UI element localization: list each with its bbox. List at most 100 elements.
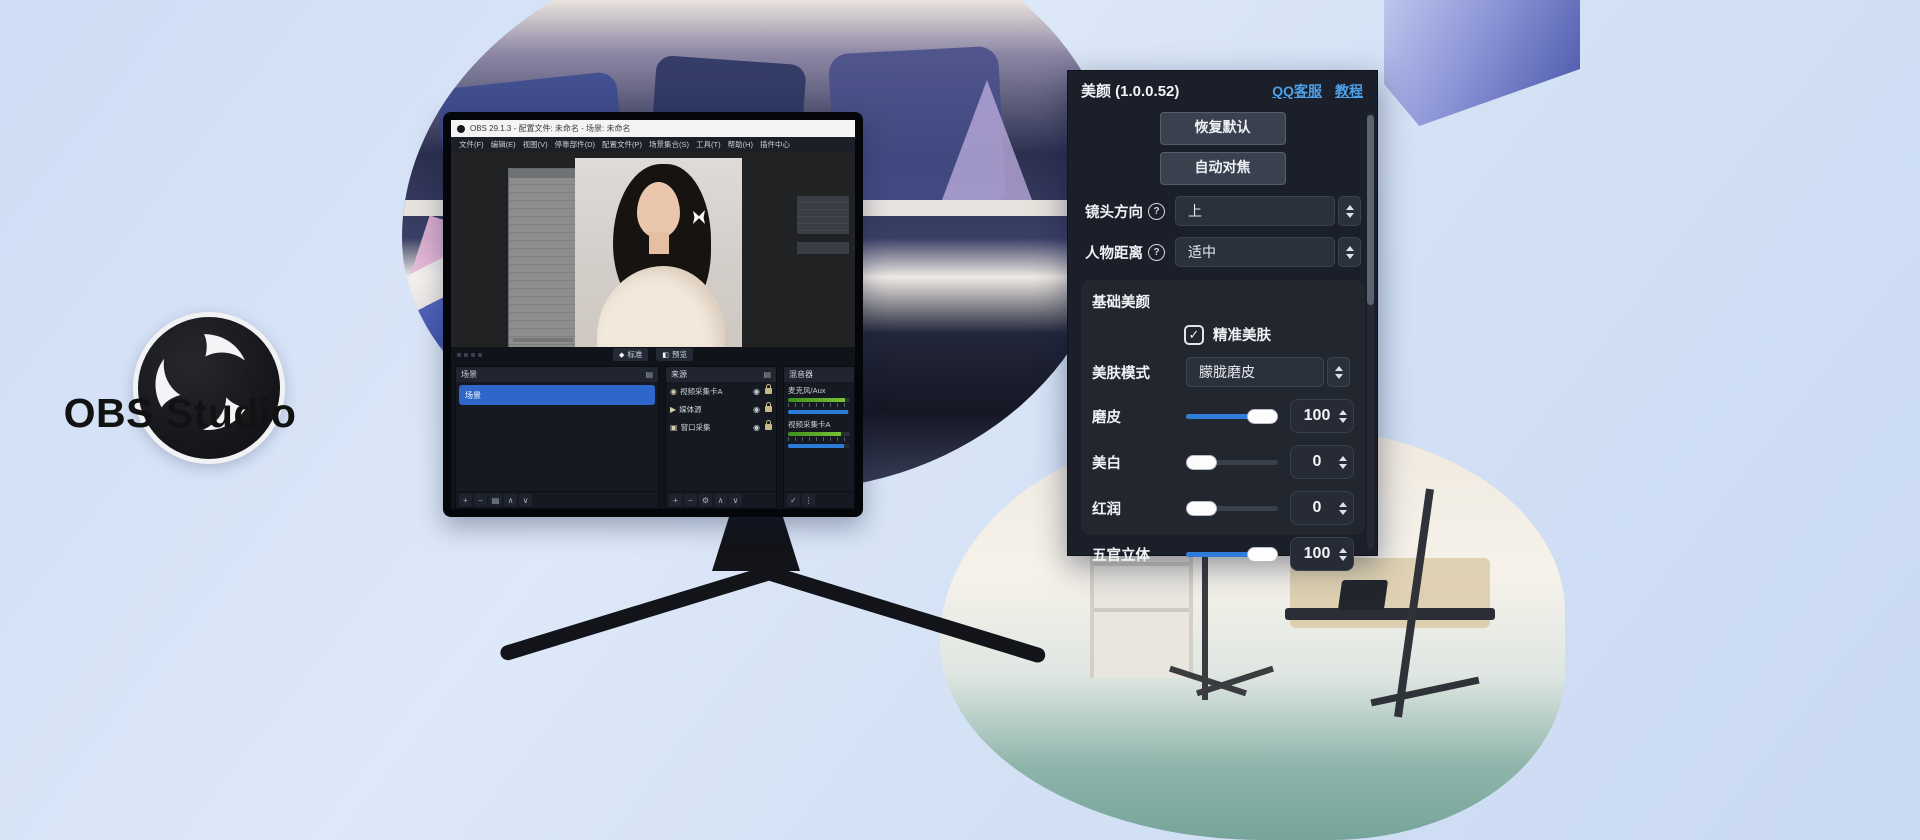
scenes-toolbar: + − ▤ ∧ ∨ bbox=[456, 491, 658, 508]
viewbar-dots bbox=[457, 353, 482, 357]
restore-defaults-button[interactable]: 恢复默认 bbox=[1160, 112, 1286, 145]
facial-definition-slider[interactable] bbox=[1186, 552, 1278, 557]
scrollbar-thumb[interactable] bbox=[1367, 115, 1374, 305]
mixer-more-button[interactable]: ⋮ bbox=[802, 494, 815, 506]
volume-meter bbox=[788, 432, 850, 436]
autofocus-button[interactable]: 自动对焦 bbox=[1160, 152, 1286, 185]
stepper-up-icon[interactable] bbox=[1339, 502, 1347, 507]
dock-sources: 来源 ▤ ◉ 视频采集卡A ◉ ▶ 媒体源 ◉ bbox=[665, 366, 777, 509]
skin-mode-spinner[interactable] bbox=[1327, 357, 1350, 387]
menu-item-tools[interactable]: 工具(T) bbox=[696, 139, 721, 150]
add-scene-button[interactable]: + bbox=[459, 494, 472, 506]
chevron-up-icon bbox=[1346, 205, 1354, 210]
distance-row: 人物距离 ? 适中 bbox=[1085, 237, 1361, 267]
stepper-up-icon[interactable] bbox=[1339, 410, 1347, 415]
distance-select[interactable]: 适中 bbox=[1175, 237, 1335, 267]
diamond-icon: ◆ bbox=[619, 351, 624, 359]
facial-definition-stepper[interactable]: 100 bbox=[1290, 537, 1354, 571]
layers-icon[interactable]: ▤ bbox=[645, 370, 653, 379]
eye-icon[interactable]: ◉ bbox=[753, 405, 760, 414]
smooth-skin-stepper[interactable]: 100 bbox=[1290, 399, 1354, 433]
dock-mixer-header: 混音器 bbox=[784, 367, 854, 382]
whitening-stepper[interactable]: 0 bbox=[1290, 445, 1354, 479]
slider-thumb[interactable] bbox=[1186, 455, 1217, 470]
smooth-skin-slider-row: 磨皮 100 bbox=[1092, 399, 1354, 433]
tutorial-link[interactable]: 教程 bbox=[1335, 81, 1363, 101]
editor-side-panel bbox=[797, 242, 849, 254]
slider-thumb[interactable] bbox=[1247, 547, 1278, 562]
help-icon[interactable]: ? bbox=[1148, 244, 1165, 261]
whitening-slider[interactable] bbox=[1186, 460, 1278, 465]
camera-direction-spinner[interactable] bbox=[1338, 196, 1361, 226]
media-source-icon: ▶ bbox=[670, 405, 676, 414]
stepper-up-icon[interactable] bbox=[1339, 456, 1347, 461]
slider-thumb[interactable] bbox=[1186, 501, 1217, 516]
distance-spinner[interactable] bbox=[1338, 237, 1361, 267]
menu-item-view[interactable]: 视图(V) bbox=[523, 139, 548, 150]
view-mode-preview-button[interactable]: ◧ 预览 bbox=[656, 348, 693, 361]
mixer-confirm-button[interactable]: ✓ bbox=[787, 494, 800, 506]
lock-icon[interactable] bbox=[765, 388, 772, 394]
stepper-down-icon[interactable] bbox=[1339, 464, 1347, 469]
source-label: 媒体源 bbox=[679, 404, 750, 415]
remove-source-button[interactable]: − bbox=[684, 494, 697, 506]
scene-filters-button[interactable]: ▤ bbox=[489, 494, 502, 506]
help-icon[interactable]: ? bbox=[1148, 203, 1165, 220]
stepper-down-icon[interactable] bbox=[1339, 418, 1347, 423]
panel-scrollbar[interactable] bbox=[1367, 113, 1374, 549]
menu-item-help[interactable]: 帮助(H) bbox=[728, 139, 753, 150]
source-up-button[interactable]: ∧ bbox=[714, 494, 727, 506]
skin-mode-row: 美肤模式 朦胧磨皮 bbox=[1092, 357, 1354, 387]
dock-scenes-title: 场景 bbox=[461, 369, 477, 380]
lock-icon[interactable] bbox=[765, 424, 772, 430]
camera-direction-select[interactable]: 上 bbox=[1175, 196, 1335, 226]
rosy-slider[interactable] bbox=[1186, 506, 1278, 511]
source-label: 视频采集卡A bbox=[680, 386, 750, 397]
chevron-down-icon bbox=[1335, 374, 1343, 379]
smooth-skin-slider[interactable] bbox=[1186, 414, 1278, 419]
sources-list: ◉ 视频采集卡A ◉ ▶ 媒体源 ◉ ▣ bbox=[666, 382, 776, 491]
volume-slider[interactable] bbox=[788, 410, 850, 414]
view-mode-standard-label: 标准 bbox=[627, 349, 642, 360]
source-down-button[interactable]: ∨ bbox=[729, 494, 742, 506]
sources-toolbar: + − ⚙ ∧ ∨ bbox=[666, 491, 776, 508]
studio-desk-shape bbox=[1285, 608, 1495, 620]
skin-mode-select[interactable]: 朦胧磨皮 bbox=[1186, 357, 1324, 387]
scene-down-button[interactable]: ∨ bbox=[519, 494, 532, 506]
eye-icon[interactable]: ◉ bbox=[753, 423, 760, 432]
portrait-neck bbox=[649, 232, 669, 254]
volume-slider[interactable] bbox=[788, 444, 850, 448]
qq-support-link[interactable]: QQ客服 bbox=[1272, 81, 1322, 101]
whitening-label: 美白 bbox=[1092, 452, 1186, 473]
layers-icon[interactable]: ▤ bbox=[763, 370, 771, 379]
menu-item-scene-collection[interactable]: 场景集合(S) bbox=[649, 139, 689, 150]
scene-row-selected[interactable]: 场景 bbox=[459, 385, 655, 405]
meter-ticks bbox=[788, 403, 850, 407]
window-source-icon: ▣ bbox=[670, 423, 678, 432]
rosy-stepper[interactable]: 0 bbox=[1290, 491, 1354, 525]
lock-icon[interactable] bbox=[765, 406, 772, 412]
source-row[interactable]: ▣ 窗口采集 ◉ bbox=[666, 418, 776, 436]
stepper-down-icon[interactable] bbox=[1339, 556, 1347, 561]
stepper-up-icon[interactable] bbox=[1339, 548, 1347, 553]
page-canvas: OBS Studio OBS 29.1.3 - 配置文件: 未命名 - 场景: … bbox=[0, 0, 1920, 840]
precise-skin-checkbox[interactable]: ✓ bbox=[1184, 325, 1204, 345]
view-mode-standard-button[interactable]: ◆ 标准 bbox=[613, 348, 648, 361]
add-source-button[interactable]: + bbox=[669, 494, 682, 506]
menu-item-profile[interactable]: 配置文件(P) bbox=[602, 139, 642, 150]
source-properties-button[interactable]: ⚙ bbox=[699, 494, 712, 506]
stepper-down-icon[interactable] bbox=[1339, 510, 1347, 515]
source-row[interactable]: ◉ 视频采集卡A ◉ bbox=[666, 382, 776, 400]
menu-item-file[interactable]: 文件(F) bbox=[459, 139, 484, 150]
menu-item-edit[interactable]: 编辑(E) bbox=[491, 139, 516, 150]
eye-icon[interactable]: ◉ bbox=[753, 387, 760, 396]
facial-definition-value: 100 bbox=[1295, 545, 1339, 563]
source-row[interactable]: ▶ 媒体源 ◉ bbox=[666, 400, 776, 418]
remove-scene-button[interactable]: − bbox=[474, 494, 487, 506]
dock-mixer: 混音器 麦克风/Aux 视频采集卡A bbox=[783, 366, 855, 509]
scene-up-button[interactable]: ∧ bbox=[504, 494, 517, 506]
menu-item-docks[interactable]: 停靠部件(D) bbox=[555, 139, 595, 150]
slider-thumb[interactable] bbox=[1247, 409, 1278, 424]
precise-skin-label: 精准美肤 bbox=[1213, 324, 1271, 345]
menu-item-plugin-center[interactable]: 插件中心 bbox=[760, 139, 790, 150]
